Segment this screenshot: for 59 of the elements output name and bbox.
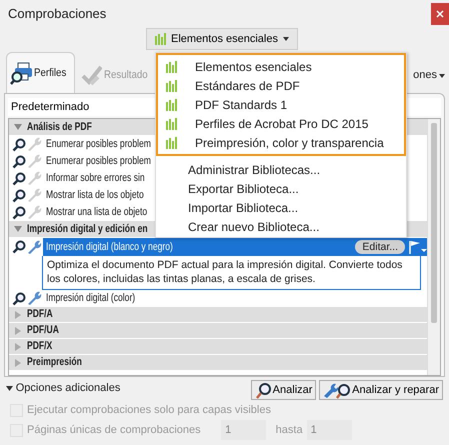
range-label: hasta [276,422,303,438]
analyze-button[interactable]: Analizar [250,380,316,400]
menu-item[interactable]: Crear nuevo Biblioteca... [156,217,406,236]
menu-item[interactable]: Elementos esenciales [158,57,404,76]
magnifier-icon [12,206,26,220]
magnifier-icon [254,382,271,398]
options-toggle[interactable]: Opciones adicionales [6,380,120,396]
tree-category[interactable]: PDF/UA [9,323,427,339]
profile-description: Optimiza el documento PDF actual para la impresión digital. Convierte todos los colores, incluidas las tintas planas, a escala de grises. [42,256,421,290]
bars-icon [166,118,177,130]
profile-item[interactable]: Impresión digital (color) [46,290,136,307]
library-dropdown-button[interactable]: Elementos esenciales [146,28,298,50]
printer-magnifier-icon [10,61,32,85]
flag-icon[interactable] [409,240,427,254]
close-button[interactable] [431,3,449,25]
bars-icon [166,60,177,72]
magnifier-icon [12,172,26,186]
analyze-button[interactable]: Analizar y reparar [319,380,443,400]
profile-item[interactable]: Enumerar posibles problem [46,153,151,170]
magnifier-icon [12,138,26,152]
magnifier-icon [12,240,26,254]
checkbox-label: Ejecutar comprobaciones solo para capas visibles [27,402,271,418]
caret-icon [439,74,445,78]
bars-icon [154,33,166,45]
menu-item[interactable]: Exportar Biblioteca... [156,179,406,198]
edit-button[interactable]: Editar... [355,240,405,254]
checkbox-label: Páginas únicas de comprobaciones [27,422,201,438]
menu-item[interactable]: Preimpresión, color y transparencia [158,133,404,152]
check-icon [80,65,102,86]
magnifier-icon [12,188,26,202]
scrollbar[interactable] [427,119,440,375]
profile-item[interactable]: Mostrar lista de los objeto [46,187,144,204]
menu-item[interactable]: Perfiles de Acrobat Pro DC 2015 [158,114,404,133]
tab[interactable]: ones [412,57,449,93]
tab[interactable]: Perfiles [6,52,75,93]
caret-icon [283,37,289,41]
profile-item[interactable]: Mostrar una lista de objeto [46,204,148,221]
menu-item[interactable]: Administrar Bibliotecas... [156,160,406,179]
profile-item[interactable]: Enumerar posibles problem [46,136,151,153]
scrollbar-thumb[interactable] [431,123,437,323]
window-title: Comprobaciones [7,5,108,23]
expand-arrow-icon[interactable] [14,123,22,131]
bars-icon [166,136,177,148]
bars-icon [166,80,177,92]
tree-category[interactable]: PDF/A [9,307,427,323]
menu-item[interactable]: Importar Biblioteca... [156,198,406,217]
expand-arrow-icon[interactable] [14,225,22,233]
menu-item[interactable]: PDF Standards 1 [158,95,404,114]
wrench-magnifier-icon [323,382,350,398]
profile-item[interactable]: Informar sobre errores sin [46,170,145,187]
magnifier-icon [12,154,26,168]
expand-arrow-icon [6,384,13,392]
bars-icon [166,98,177,110]
magnifier-icon [12,292,26,306]
profile-item[interactable]: Impresión digital (blanco y negro) Editar... [43,238,427,256]
close-icon [436,10,444,18]
tree-category[interactable]: Preimpresión [9,355,427,371]
tree-category[interactable]: PDF/X [9,339,427,355]
menu-item[interactable]: Estándares de PDF [158,76,404,95]
